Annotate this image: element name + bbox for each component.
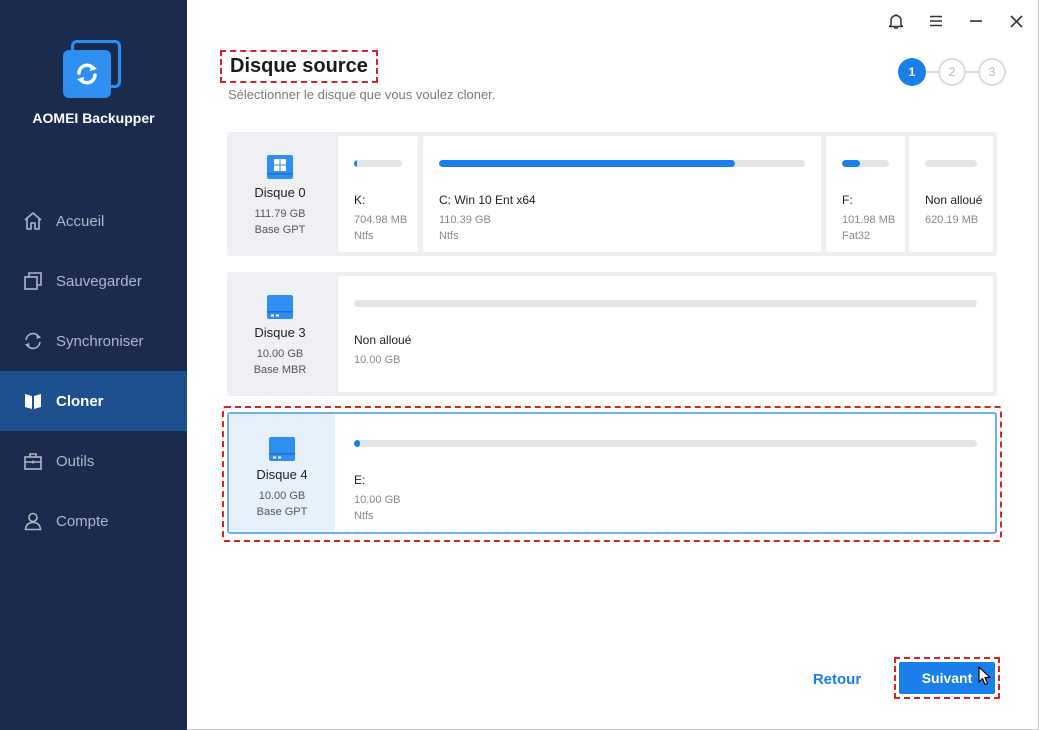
close-icon: [1009, 14, 1023, 28]
usage-bar-fill: [354, 160, 357, 167]
usage-bar-fill: [439, 160, 736, 167]
menu-button[interactable]: [925, 10, 947, 32]
disk-name: Disque 0: [254, 185, 306, 200]
partition-unallocated[interactable]: Non alloué 10.00 GB: [338, 276, 993, 392]
sidebar-item-compte[interactable]: Compte: [0, 491, 187, 551]
sidebar-item-label: Sauvegarder: [56, 272, 142, 290]
partition-name: F:: [842, 193, 853, 207]
step-connector: [926, 71, 938, 73]
disk-row-disque-0[interactable]: Disque 0 111.79 GB Base GPT K: 704.98 MB…: [227, 132, 997, 256]
disk-icon: [269, 437, 295, 461]
usage-bar: [439, 160, 805, 167]
disk-icon: [267, 295, 293, 319]
partition-name: Non alloué: [925, 193, 983, 207]
disk-size: 111.79 GB: [254, 208, 306, 220]
partition-filesystem: Ntfs: [354, 230, 374, 242]
disk-name: Disque 3: [254, 325, 306, 340]
partition-name: K:: [354, 193, 366, 207]
page-subtitle: Sélectionner le disque que vous voulez c…: [228, 87, 496, 102]
clone-icon: [25, 394, 41, 409]
partition-filesystem: Fat32: [842, 230, 871, 242]
partition-size: 10.00 GB: [354, 494, 401, 506]
usage-bar: [925, 160, 977, 167]
step-indicator: 1 2 3: [898, 58, 1006, 86]
partition-unallocated[interactable]: Non alloué 620.19 MB: [909, 136, 993, 252]
disk-type: Base GPT: [256, 506, 308, 518]
backup-icon: [24, 272, 42, 290]
partition-k[interactable]: K: 704.98 MB Ntfs: [338, 136, 418, 252]
sidebar-item-cloner[interactable]: Cloner: [0, 371, 187, 431]
menu-icon: [930, 15, 942, 27]
partition-size: 10.00 GB: [354, 354, 401, 366]
disk-type: Base GPT: [254, 224, 306, 236]
partition-size: 704.98 MB: [354, 214, 408, 226]
usage-bar: [354, 300, 977, 307]
sidebar: AOMEI Backupper Accueil Sauvegarder Sync…: [0, 0, 187, 730]
sidebar-item-label: Cloner: [56, 392, 104, 410]
sidebar-item-label: Synchroniser: [56, 332, 144, 350]
partition-name: E:: [354, 473, 366, 487]
disk-row-disque-4[interactable]: Disque 4 10.00 GB Base GPT E: 10.00 GB N…: [227, 412, 997, 534]
sidebar-item-label: Outils: [56, 452, 95, 470]
sync-icon: [25, 332, 41, 350]
partition-size: 101.98 MB: [842, 214, 896, 226]
usage-bar-fill: [354, 440, 361, 447]
usage-bar: [354, 160, 402, 167]
usage-bar: [842, 160, 889, 167]
partition-filesystem: Ntfs: [354, 510, 374, 522]
disk-row-disque-3[interactable]: Disque 3 10.00 GB Base MBR Non alloué 10…: [227, 272, 997, 396]
sidebar-item-label: Accueil: [56, 212, 105, 230]
disk-info: Disque 3 10.00 GB Base MBR: [227, 272, 333, 396]
bell-icon: [888, 13, 904, 29]
partition-size: 620.19 MB: [925, 214, 979, 226]
sidebar-nav: Accueil Sauvegarder Synchroniser Cloner …: [0, 191, 187, 551]
step-1: 1: [898, 58, 926, 86]
partition-c[interactable]: C: Win 10 Ent x64 110.39 GB Ntfs: [423, 136, 821, 252]
step-3: 3: [978, 58, 1006, 86]
sync-icon: [77, 63, 97, 85]
disk-name: Disque 4: [256, 467, 308, 482]
sidebar-item-sauvegarder[interactable]: Sauvegarder: [0, 251, 187, 311]
partition-e[interactable]: E: 10.00 GB Ntfs: [338, 416, 993, 530]
notifications-button[interactable]: [885, 10, 907, 32]
sidebar-item-synchroniser[interactable]: Synchroniser: [0, 311, 187, 371]
app-name: AOMEI Backupper: [32, 110, 155, 126]
windows-disk-icon: [267, 155, 293, 179]
disk-size: 10.00 GB: [256, 348, 304, 360]
close-button[interactable]: [1005, 10, 1027, 32]
toolbox-icon: [24, 453, 42, 470]
app-logo: [63, 40, 123, 100]
partition-name: C: Win 10 Ent x64: [439, 193, 536, 207]
minimize-icon: [970, 20, 982, 22]
disk-info: Disque 4 10.00 GB Base GPT: [229, 414, 335, 532]
minimize-button[interactable]: [965, 10, 987, 32]
mouse-cursor-icon: [978, 666, 991, 686]
usage-bar-fill: [842, 160, 860, 167]
partition-f[interactable]: F: 101.98 MB Fat32: [826, 136, 905, 252]
page-title: Disque source: [220, 50, 378, 83]
partition-name: Non alloué: [354, 333, 412, 347]
partition-size: 110.39 GB: [439, 214, 491, 226]
step-connector: [966, 71, 978, 73]
window-controls: [885, 10, 1027, 32]
usage-bar: [354, 440, 977, 447]
disk-size: 10.00 GB: [258, 490, 306, 502]
home-icon: [24, 212, 42, 230]
user-icon: [24, 512, 42, 531]
disk-info: Disque 0 111.79 GB Base GPT: [227, 132, 333, 256]
disk-type: Base MBR: [253, 364, 307, 376]
back-button[interactable]: Retour: [798, 664, 876, 694]
sidebar-item-label: Compte: [56, 512, 109, 530]
sidebar-item-accueil[interactable]: Accueil: [0, 191, 187, 251]
sidebar-item-outils[interactable]: Outils: [0, 431, 187, 491]
step-2: 2: [938, 58, 966, 86]
partition-filesystem: Ntfs: [439, 230, 459, 242]
